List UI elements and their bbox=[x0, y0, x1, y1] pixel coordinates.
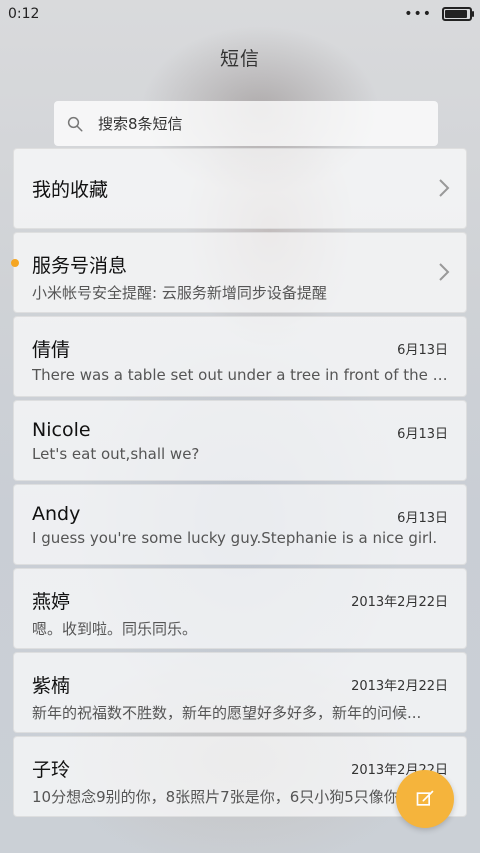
service-label: 服务号消息 bbox=[32, 255, 128, 277]
page-title: 短信 bbox=[219, 48, 260, 70]
contact-name: Andy bbox=[32, 503, 81, 525]
contact-name: Nicole bbox=[32, 419, 91, 441]
conversation-item[interactable]: 紫楠 新年的祝福数不胜数，新年的愿望好多好多，新年的问候... 2013年2月2… bbox=[13, 652, 467, 733]
status-icons: ••• bbox=[404, 6, 474, 22]
compose-icon bbox=[416, 790, 434, 806]
favorites-item[interactable]: 我的收藏 bbox=[13, 148, 467, 229]
chevron-right-icon bbox=[439, 263, 450, 281]
conversation-item[interactable]: 倩倩 There was a table set out under a tre… bbox=[13, 316, 467, 397]
chevron-right-icon bbox=[439, 179, 450, 197]
conversation-item[interactable]: 燕婷 嗯。收到啦。同乐同乐。 2013年2月22日 bbox=[13, 568, 467, 649]
message-preview: 新年的祝福数不胜数，新年的愿望好多好多，新年的问候... bbox=[32, 704, 422, 722]
message-date: 2013年2月22日 bbox=[351, 595, 448, 610]
message-date: 6月13日 bbox=[397, 427, 448, 442]
search-input[interactable]: 搜索8条短信 bbox=[54, 101, 438, 146]
message-date: 2013年2月22日 bbox=[351, 679, 448, 694]
conversation-item[interactable]: Nicole Let's eat out,shall we? 6月13日 bbox=[13, 400, 467, 481]
conversation-item[interactable]: Andy I guess you're some lucky guy.Steph… bbox=[13, 484, 467, 565]
battery-icon bbox=[442, 7, 474, 21]
favorites-label: 我的收藏 bbox=[32, 179, 109, 201]
message-date: 6月13日 bbox=[397, 511, 448, 526]
search-icon bbox=[67, 116, 83, 131]
message-preview: I guess you're some lucky guy.Stephanie … bbox=[32, 529, 438, 547]
service-messages-item[interactable]: 服务号消息 小米帐号安全提醒: 云服务新增同步设备提醒 bbox=[11, 232, 467, 313]
status-bar: 0:12 ••• bbox=[0, 0, 480, 28]
message-date: 6月13日 bbox=[397, 343, 448, 358]
status-time: 0:12 bbox=[8, 6, 40, 22]
message-preview: 嗯。收到啦。同乐同乐。 bbox=[32, 620, 198, 638]
contact-name: 倩倩 bbox=[32, 339, 71, 361]
search-placeholder: 搜索8条短信 bbox=[98, 115, 183, 133]
more-icon: ••• bbox=[404, 6, 432, 22]
unread-indicator bbox=[11, 259, 19, 267]
service-preview: 小米帐号安全提醒: 云服务新增同步设备提醒 bbox=[32, 284, 327, 302]
message-preview: Let's eat out,shall we? bbox=[32, 445, 200, 463]
message-preview: 10分想念9别的你，8张照片7张是你，6只小狗5只像你 bbox=[32, 788, 399, 806]
compose-button[interactable] bbox=[396, 770, 454, 828]
message-preview: There was a table set out under a tree i… bbox=[32, 366, 448, 384]
